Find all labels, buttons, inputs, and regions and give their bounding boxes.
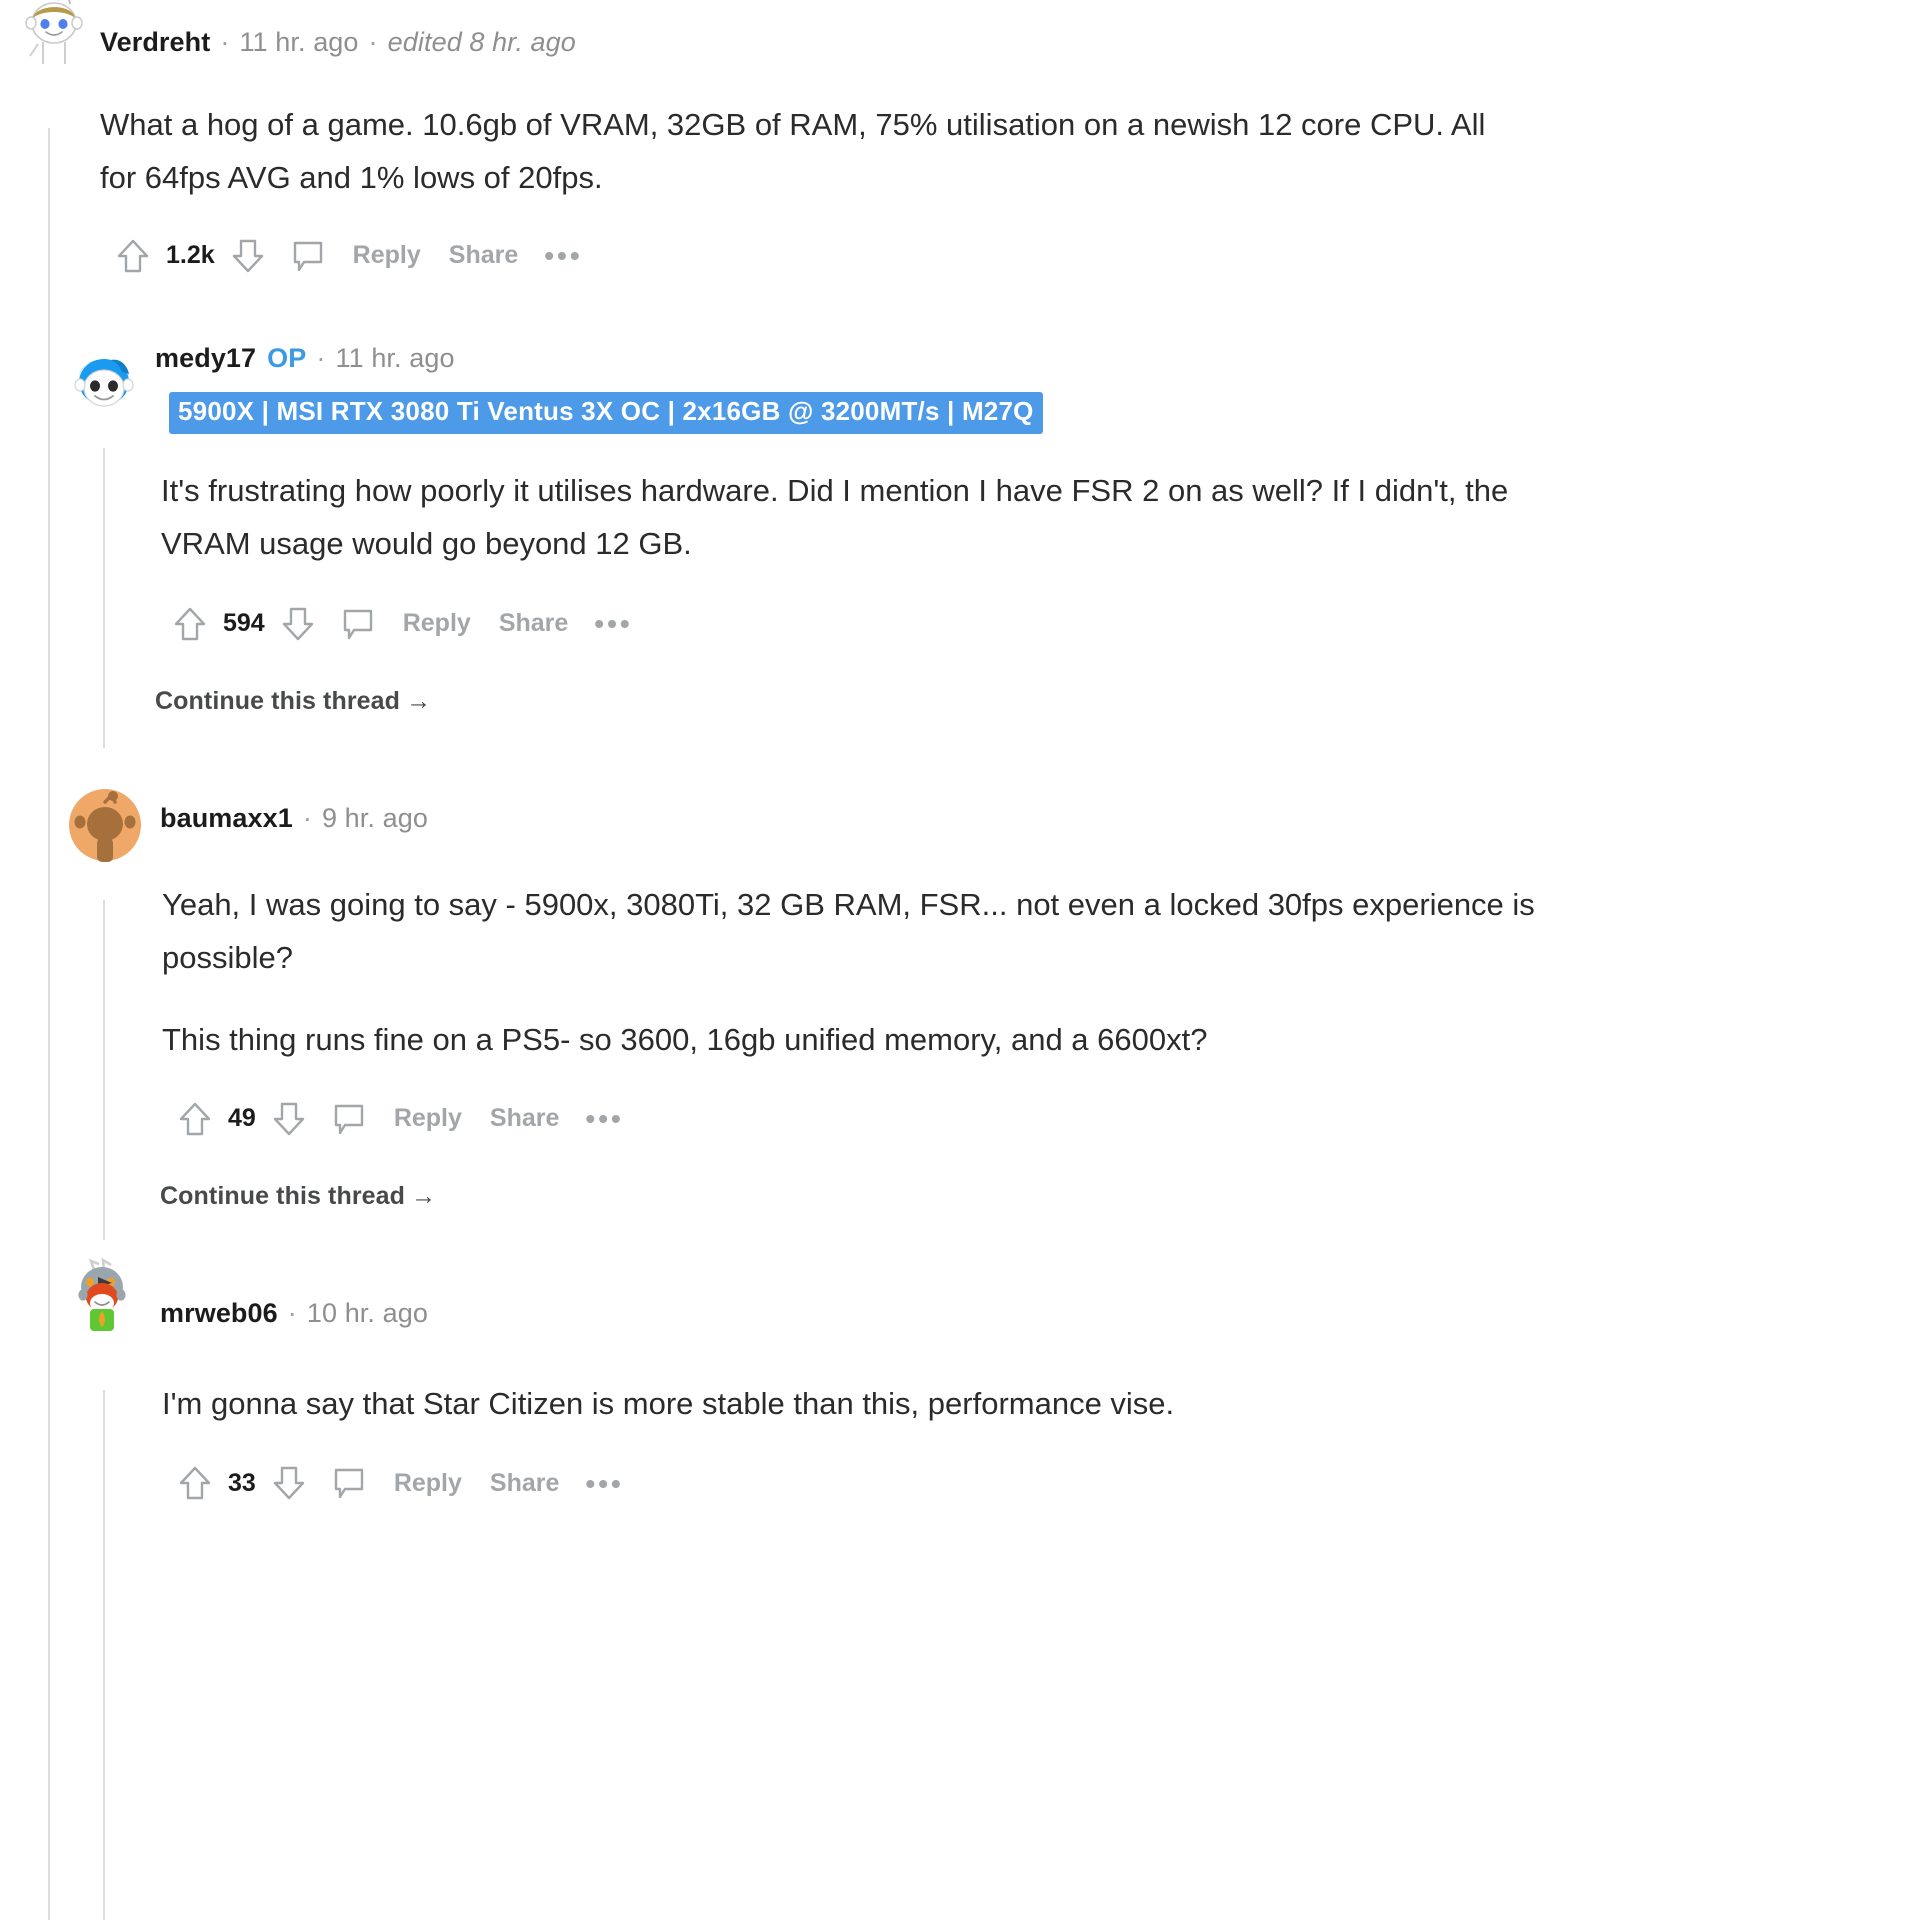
upvote-arrow-icon[interactable] [172, 1096, 218, 1142]
comment-paragraph: It's frustrating how poorly it utilises … [161, 472, 1509, 562]
upvote-arrow-icon[interactable] [172, 1460, 218, 1506]
comment-bubble-icon[interactable] [335, 601, 381, 647]
comment-header: mrweb06 · 10 hr. ago [78, 1257, 1920, 1341]
continue-thread-label: Continue this thread [155, 686, 401, 715]
comment-timestamp: 11 hr. ago [239, 26, 359, 57]
comment-author[interactable]: mrweb06 [160, 1298, 278, 1329]
vote-score: 1.2k [166, 241, 215, 270]
comment-actions: 49 Reply Share ••• [172, 1092, 1920, 1146]
comment-medy17: medy17 OP · 11 hr. ago 5900X | MSI RTX 3… [74, 330, 1915, 716]
thread-collapse-line-outer[interactable] [48, 128, 50, 1920]
snoo-hooded-fox-avatar[interactable] [68, 1257, 142, 1331]
comment-author[interactable]: Verdreht [100, 27, 210, 58]
comment-mrweb06: mrweb06 · 10 hr. ago I'm gonna say that … [78, 1257, 1920, 1510]
op-badge: OP [267, 342, 307, 373]
comment-author[interactable]: medy17 [155, 343, 256, 374]
downvote-arrow-icon[interactable] [225, 233, 271, 279]
comment-header: medy17 OP · 11 hr. ago [74, 330, 1915, 407]
comment-paragraph: I'm gonna say that Star Citizen is more … [162, 1386, 1175, 1421]
comment-bubble-icon[interactable] [326, 1460, 372, 1506]
upvote-arrow-icon[interactable] [167, 601, 213, 647]
comment-author[interactable]: baumaxx1 [160, 803, 293, 834]
share-button[interactable]: Share [476, 1469, 573, 1498]
comment-timestamp: 9 hr. ago [321, 802, 428, 833]
continue-thread-link-medy17[interactable]: Continue this thread → [155, 687, 1915, 716]
comment-meta: mrweb06 · 10 hr. ago [160, 1298, 428, 1329]
comment-meta: medy17 OP · 11 hr. ago [155, 343, 455, 374]
comment-thread: Verdreht · 11 hr. ago · edited 8 hr. ago… [0, 0, 1920, 1920]
reply-button[interactable]: Reply [380, 1469, 476, 1498]
arrow-right-icon: → [411, 1181, 437, 1210]
author-flair: 5900X | MSI RTX 3080 Ti Ventus 3X OC | 2… [169, 392, 1043, 434]
thread-collapse-line-baumaxx1[interactable] [103, 900, 105, 1240]
continue-thread-link-baumaxx1[interactable]: Continue this thread → [160, 1182, 1920, 1211]
comment-meta: Verdreht · 11 hr. ago · edited 8 hr. ago [100, 27, 576, 58]
comment-paragraph: What a hog of a game. 10.6gb of VRAM, 32… [100, 107, 1486, 196]
meta-separator: · [287, 1297, 297, 1328]
comment-meta: baumaxx1 · 9 hr. ago [160, 803, 428, 834]
more-options-button[interactable]: ••• [573, 1469, 635, 1497]
comment-paragraph: Yeah, I was going to say - 5900x, 3080Ti… [162, 887, 1535, 976]
thread-collapse-line-medy17[interactable] [103, 448, 105, 748]
comment-body: I'm gonna say that Star Citizen is more … [162, 1377, 1562, 1430]
reply-button[interactable]: Reply [339, 241, 435, 270]
comment-header: Verdreht · 11 hr. ago · edited 8 hr. ago [25, 0, 1900, 70]
arrow-right-icon: → [406, 686, 432, 715]
comment-bubble-icon[interactable] [285, 233, 331, 279]
vote-score: 33 [228, 1468, 256, 1497]
snoo-orange-avatar[interactable] [68, 788, 142, 862]
continue-thread-label: Continue this thread [160, 1181, 406, 1210]
comment-body: It's frustrating how poorly it utilises … [161, 464, 1561, 571]
comment-baumaxx1: baumaxx1 · 9 hr. ago Yeah, I was going t… [69, 789, 1920, 1211]
meta-separator: · [302, 802, 312, 833]
downvote-arrow-icon[interactable] [266, 1096, 312, 1142]
comment-timestamp: 11 hr. ago [335, 342, 455, 373]
comment-timestamp: 10 hr. ago [306, 1297, 428, 1328]
author-flair-container: 5900X | MSI RTX 3080 Ti Ventus 3X OC | 2… [169, 392, 1915, 434]
meta-separator: · [368, 26, 378, 57]
comment-body: What a hog of a game. 10.6gb of VRAM, 32… [100, 98, 1530, 205]
comment-actions: 1.2k Reply Share ••• [110, 229, 1900, 283]
vote-score: 49 [228, 1104, 256, 1133]
more-options-button[interactable]: ••• [582, 609, 644, 637]
snoo-blonde-avatar[interactable] [20, 0, 94, 66]
downvote-arrow-icon[interactable] [266, 1460, 312, 1506]
comment-verdreht: Verdreht · 11 hr. ago · edited 8 hr. ago… [25, 0, 1900, 283]
comment-actions: 594 Reply Share ••• [167, 597, 1915, 651]
meta-separator: · [316, 342, 326, 373]
share-button[interactable]: Share [485, 609, 582, 638]
upvote-arrow-icon[interactable] [110, 233, 156, 279]
downvote-arrow-icon[interactable] [275, 601, 321, 647]
reply-button[interactable]: Reply [389, 609, 485, 638]
snoo-blue-hair-avatar[interactable] [67, 340, 141, 414]
comment-edited-timestamp: edited 8 hr. ago [387, 26, 576, 57]
more-options-button[interactable]: ••• [532, 241, 594, 269]
comment-bubble-icon[interactable] [326, 1096, 372, 1142]
vote-score: 594 [223, 609, 265, 638]
reply-button[interactable]: Reply [380, 1104, 476, 1133]
comment-paragraph: This thing runs fine on a PS5- so 3600, … [162, 1021, 1208, 1057]
comment-header: baumaxx1 · 9 hr. ago [69, 789, 1920, 862]
meta-separator: · [220, 26, 230, 57]
share-button[interactable]: Share [476, 1104, 573, 1133]
comment-actions: 33 Reply Share ••• [172, 1456, 1920, 1510]
thread-collapse-line-mrweb06[interactable] [103, 1390, 105, 1920]
share-button[interactable]: Share [435, 241, 532, 270]
more-options-button[interactable]: ••• [573, 1105, 635, 1133]
comment-body: Yeah, I was going to say - 5900x, 3080Ti… [162, 878, 1562, 1066]
